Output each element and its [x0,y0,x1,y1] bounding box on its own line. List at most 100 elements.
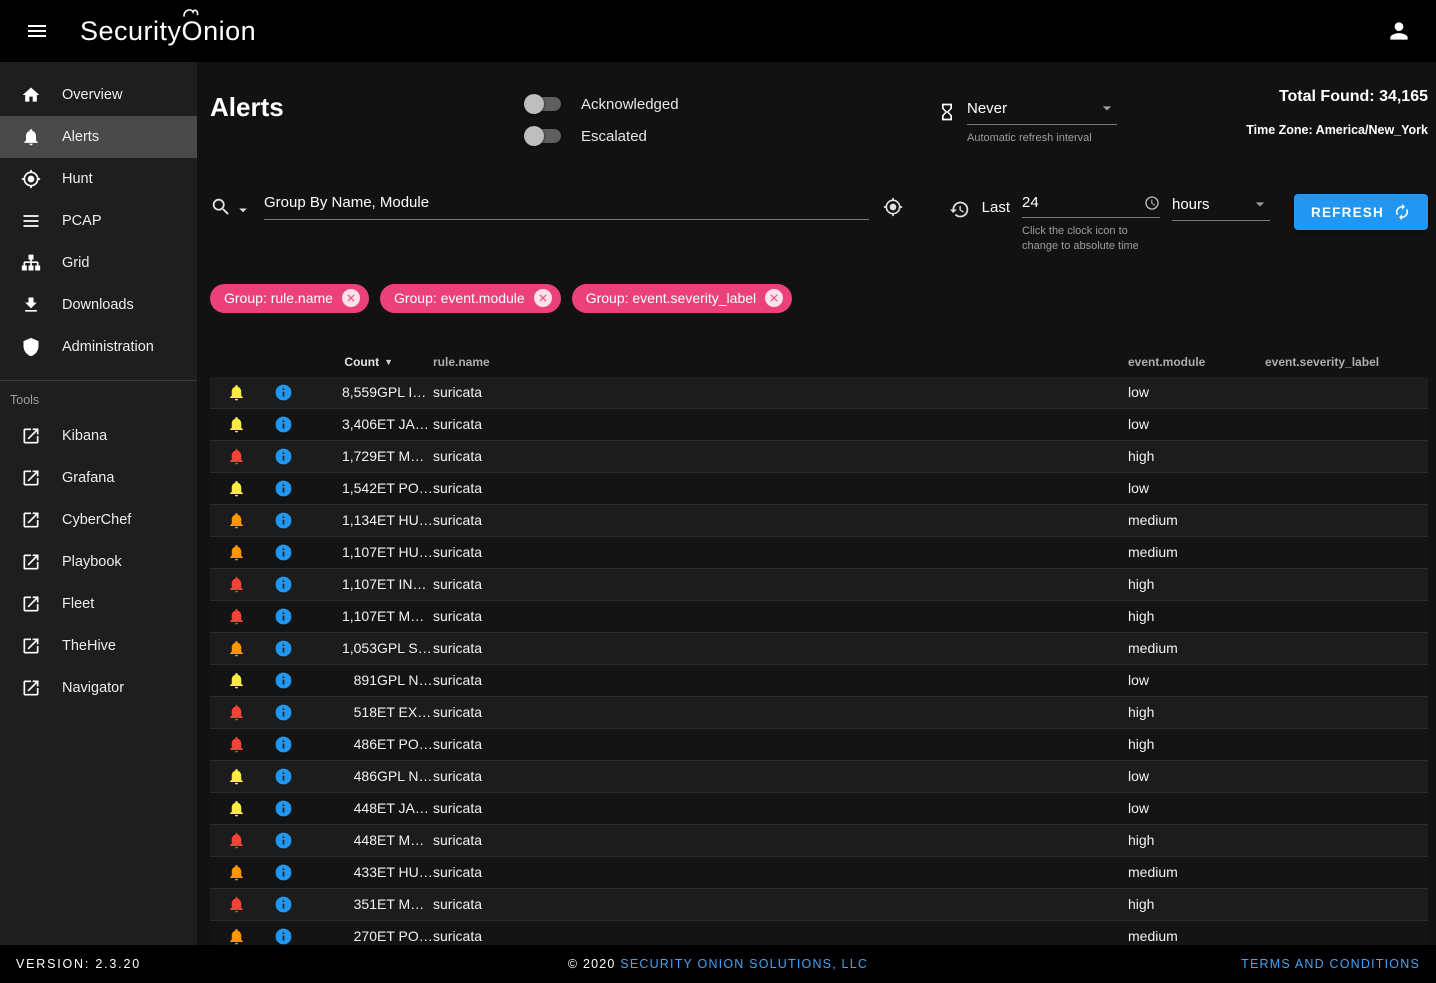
refresh-interval-select[interactable]: Never [967,98,1117,125]
refresh-button[interactable]: REFRESH [1294,194,1428,230]
table-row[interactable]: 1,107ET INFO Suspicious Windows NT versi… [210,569,1428,601]
table-row[interactable]: 891GPL NETBIOS SMB-DS IPC$ unicode share… [210,665,1428,697]
sidebar-item-overview[interactable]: Overview [0,74,197,116]
sidebar-tool-grafana[interactable]: Grafana [0,457,197,499]
severity-bell-icon[interactable] [210,543,263,562]
severity-bell-icon[interactable] [210,607,263,626]
row-info-icon[interactable] [263,863,303,882]
history-icon[interactable] [949,199,970,220]
table-row[interactable]: 433ET HUNTING GENERIC SUSPICIOUS POST to… [210,857,1428,889]
row-info-icon[interactable] [263,767,303,786]
severity-bell-icon[interactable] [210,415,263,434]
sidebar-tool-fleet[interactable]: Fleet [0,583,197,625]
row-count: 3,406 [303,416,377,432]
table-row[interactable]: 1,729ET MALWARE ABUSE.CH SSL Blacklist M… [210,441,1428,473]
table-row[interactable]: 1,107ET HUNTING Suspicious GET To gate.p… [210,537,1428,569]
row-info-icon[interactable] [263,511,303,530]
search-icon[interactable] [210,196,232,218]
severity-bell-icon[interactable] [210,383,263,402]
table-row[interactable]: 1,107ET MALWARE Generic gate[.].php GET … [210,601,1428,633]
severity-bell-icon[interactable] [210,575,263,594]
table-row[interactable]: 486GPL NETBIOS SMB-DS Session Setup NTML… [210,761,1428,793]
sidebar-tool-thehive[interactable]: TheHive [0,625,197,667]
column-header-count[interactable]: Count ▼ [303,355,377,369]
table-row[interactable]: 448ET MALWARE Possible Dyre SSL Cert (fa… [210,825,1428,857]
sidebar-tool-navigator[interactable]: Navigator [0,667,197,709]
row-info-icon[interactable] [263,575,303,594]
acknowledged-toggle[interactable]: Acknowledged [525,90,937,118]
filter-chip[interactable]: Group: event.module [380,284,561,313]
table-row[interactable]: 3,406ET JA3 Hash - Possible Malware - Va… [210,409,1428,441]
table-row[interactable]: 8,559GPL ICMP_INFO PING Cisco Type.xsuri… [210,377,1428,409]
chip-close-icon[interactable] [534,289,552,307]
filter-chip[interactable]: Group: event.severity_label [572,284,792,313]
table-row[interactable]: 351ET MALWARE Amadey CnC Check-Insuricat… [210,889,1428,921]
severity-bell-icon[interactable] [210,831,263,850]
table-row[interactable]: 518ET EXPLOIT_KIT Fiesta URI Structsuric… [210,697,1428,729]
row-rule-name: GPL NETBIOS SMB-DS Session Setup NTMLSSP… [377,768,433,784]
time-unit-select[interactable]: hours [1172,194,1270,221]
row-info-icon[interactable] [263,703,303,722]
clock-icon[interactable] [1144,195,1160,211]
severity-bell-icon[interactable] [210,767,263,786]
column-header-event-module[interactable]: event.module [1128,355,1265,369]
severity-bell-icon[interactable] [210,735,263,754]
alerts-table-body: 8,559GPL ICMP_INFO PING Cisco Type.xsuri… [210,377,1428,945]
severity-bell-icon[interactable] [210,511,263,530]
column-header-severity[interactable]: event.severity_label [1265,355,1428,369]
severity-bell-icon[interactable] [210,671,263,690]
row-info-icon[interactable] [263,447,303,466]
table-row[interactable]: 1,542ET POLICY OpenSSL Demo CA - Interne… [210,473,1428,505]
row-info-icon[interactable] [263,479,303,498]
table-row[interactable]: 270ET POLICY External IP Lookup api.ipif… [210,921,1428,945]
sidebar-item-alerts[interactable]: Alerts [0,116,197,158]
severity-bell-icon[interactable] [210,927,263,945]
table-row[interactable]: 448ET JA3 Hash - Possible Malware - Drid… [210,793,1428,825]
row-info-icon[interactable] [263,639,303,658]
sidebar-tool-kibana[interactable]: Kibana [0,415,197,457]
table-row[interactable]: 486ET POLICY PE EXE or DLL Windows file … [210,729,1428,761]
column-header-rule-name[interactable]: rule.name [433,355,1128,369]
row-info-icon[interactable] [263,735,303,754]
filter-chip[interactable]: Group: rule.name [210,284,369,313]
sidebar-tool-cyberchef[interactable]: CyberChef [0,499,197,541]
sidebar-tool-playbook[interactable]: Playbook [0,541,197,583]
time-range-input[interactable] [1022,194,1112,211]
query-type-chevron-icon[interactable] [234,201,252,219]
table-row[interactable]: 1,053GPL SNMP public access udpsuricatam… [210,633,1428,665]
toggle-switch[interactable] [527,97,561,111]
sidebar-item-hunt[interactable]: Hunt [0,158,197,200]
search-input[interactable] [264,194,869,211]
row-info-icon[interactable] [263,895,303,914]
table-row[interactable]: 1,134ET HUNTING Suspicious HTTP Request … [210,505,1428,537]
sidebar-item-pcap[interactable]: PCAP [0,200,197,242]
row-severity-label: medium [1128,864,1265,880]
chip-close-icon[interactable] [765,289,783,307]
severity-bell-icon[interactable] [210,479,263,498]
escalated-toggle[interactable]: Escalated [525,122,937,150]
company-link[interactable]: SECURITY ONION SOLUTIONS, LLC [620,957,868,971]
row-info-icon[interactable] [263,607,303,626]
crosshair-target-icon[interactable] [883,197,903,217]
severity-bell-icon[interactable] [210,799,263,818]
row-info-icon[interactable] [263,927,303,945]
sidebar-item-grid[interactable]: Grid [0,242,197,284]
row-info-icon[interactable] [263,671,303,690]
sidebar-item-downloads[interactable]: Downloads [0,284,197,326]
account-button[interactable] [1380,12,1418,50]
chip-close-icon[interactable] [342,289,360,307]
row-info-icon[interactable] [263,383,303,402]
hamburger-menu-button[interactable] [18,12,56,50]
toggle-switch[interactable] [527,129,561,143]
row-info-icon[interactable] [263,831,303,850]
row-info-icon[interactable] [263,799,303,818]
severity-bell-icon[interactable] [210,447,263,466]
row-info-icon[interactable] [263,543,303,562]
sidebar-item-administration[interactable]: Administration [0,326,197,368]
severity-bell-icon[interactable] [210,895,263,914]
severity-bell-icon[interactable] [210,863,263,882]
severity-bell-icon[interactable] [210,639,263,658]
terms-link[interactable]: TERMS AND CONDITIONS [1241,957,1420,971]
row-info-icon[interactable] [263,415,303,434]
severity-bell-icon[interactable] [210,703,263,722]
